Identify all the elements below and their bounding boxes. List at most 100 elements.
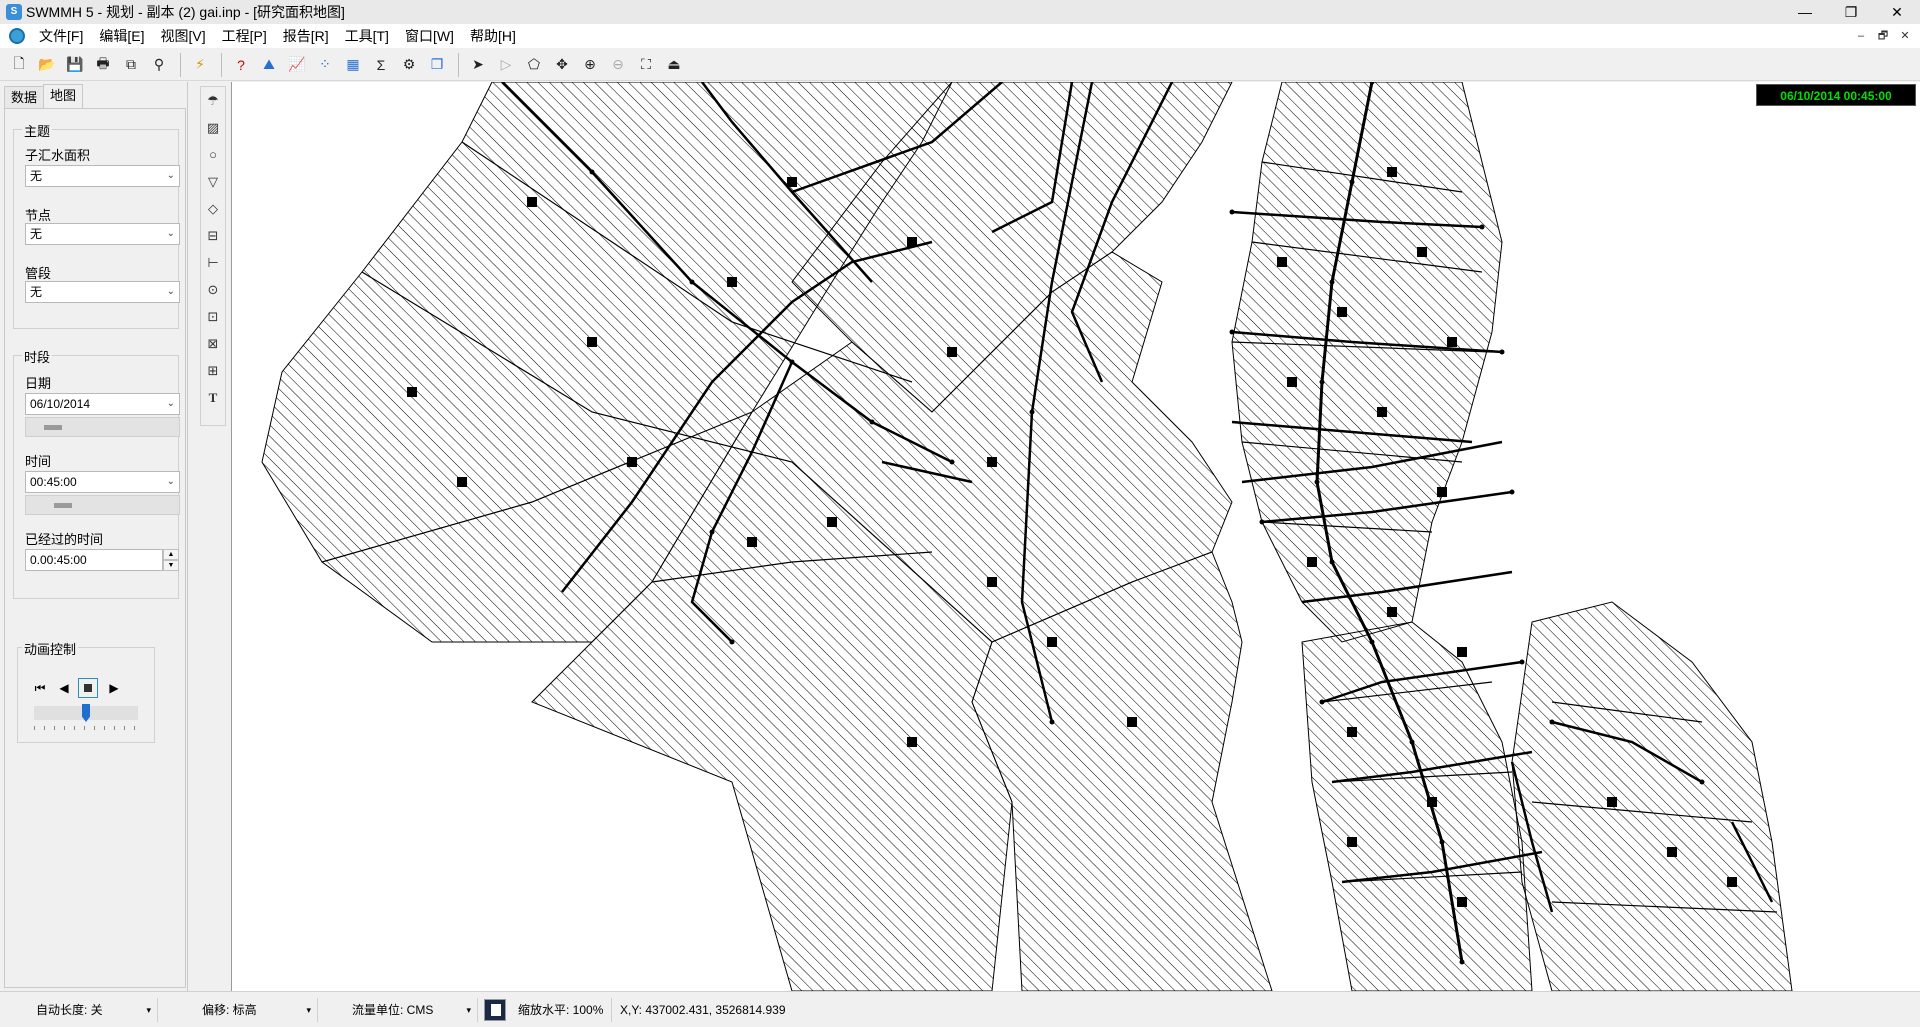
junction-node[interactable]	[1329, 559, 1335, 565]
junction-node[interactable]	[1459, 959, 1465, 965]
menu-project[interactable]: 工程[P]	[214, 24, 275, 48]
study-area-map[interactable]: 06/10/2014 00:45:00	[231, 82, 1920, 991]
profile-plot-icon[interactable]: ⛰	[256, 52, 282, 78]
subcatchment-centroid[interactable]	[1727, 877, 1737, 887]
junction-node[interactable]	[709, 529, 715, 535]
junction-node[interactable]	[1029, 409, 1035, 415]
save-icon[interactable]: 💾	[62, 52, 88, 78]
time-slider[interactable]	[25, 495, 180, 515]
date-slider[interactable]	[25, 417, 180, 437]
conduit-icon[interactable]: ⊢	[201, 249, 225, 276]
subcatchment-centroid[interactable]	[1457, 647, 1467, 657]
subcatchment-theme-select[interactable]: 无 ⌄	[25, 165, 180, 187]
time-series-icon[interactable]: 📈	[284, 52, 310, 78]
subcatchment-centroid[interactable]	[1457, 897, 1467, 907]
pan-icon[interactable]: ✥	[549, 52, 575, 78]
menu-window[interactable]: 窗口[W]	[397, 24, 462, 48]
menu-view[interactable]: 视图[V]	[152, 24, 213, 48]
menu-file[interactable]: 文件[F]	[31, 24, 91, 48]
run-lightning-icon[interactable]: ⚡	[187, 52, 213, 78]
subcatchment-centroid[interactable]	[1287, 377, 1297, 387]
orifice-icon[interactable]: ⊡	[201, 303, 225, 330]
subcatchment-centroid[interactable]	[747, 537, 757, 547]
maximize-button[interactable]: ❐	[1828, 0, 1874, 24]
offsets-status[interactable]: 偏移: 标高 ▾	[158, 997, 318, 1022]
junction-node[interactable]	[1519, 659, 1525, 665]
weir-icon[interactable]: ⊠	[201, 330, 225, 357]
junction-node[interactable]	[1049, 719, 1055, 725]
junction-node[interactable]	[1229, 329, 1235, 335]
menu-tools[interactable]: 工具[T]	[337, 24, 397, 48]
menu-help[interactable]: 帮助[H]	[462, 24, 524, 48]
junction-node[interactable]	[869, 419, 875, 425]
subcatchment-centroid[interactable]	[1347, 727, 1357, 737]
storage-icon[interactable]: ⊟	[201, 222, 225, 249]
junction-node[interactable]	[1329, 279, 1335, 285]
junction-node[interactable]	[1499, 349, 1505, 355]
zoom-in-icon[interactable]: ⊕	[577, 52, 603, 78]
junction-node[interactable]	[1319, 379, 1325, 385]
subcatchment-centroid[interactable]	[787, 177, 797, 187]
subcatchment-centroid[interactable]	[1277, 257, 1287, 267]
subcatchment-centroid[interactable]	[1607, 797, 1617, 807]
arrange-windows-icon[interactable]: ❐	[424, 52, 450, 78]
scatter-plot-icon[interactable]: ⁘	[312, 52, 338, 78]
subcatchment-centroid[interactable]	[527, 197, 537, 207]
select-region-icon[interactable]: ⬠	[521, 52, 547, 78]
junction-node[interactable]	[1509, 489, 1515, 495]
junction-node[interactable]	[1549, 719, 1555, 725]
divider-icon[interactable]: ◇	[201, 195, 225, 222]
flow-units-status[interactable]: 流量单位: CMS ▾	[318, 997, 478, 1022]
open-folder-icon[interactable]: 📂	[34, 52, 60, 78]
measure-icon[interactable]: ⏏	[661, 52, 687, 78]
junction-node[interactable]	[789, 359, 795, 365]
subcatchment-centroid[interactable]	[1307, 557, 1317, 567]
tab-data[interactable]: 数据	[4, 86, 45, 108]
options-icon[interactable]: ⚙	[396, 52, 422, 78]
play-forward-icon[interactable]: ▶	[104, 678, 124, 698]
stop-icon[interactable]	[78, 678, 98, 698]
outlet-icon[interactable]: ⊞	[201, 357, 225, 384]
subcatchment-centroid[interactable]	[1047, 637, 1057, 647]
junction-node[interactable]	[1409, 739, 1415, 745]
statistics-icon[interactable]: Σ	[368, 52, 394, 78]
link-theme-select[interactable]: 无 ⌄	[25, 281, 180, 303]
new-file-icon[interactable]: 🗋	[6, 52, 32, 78]
label-text-icon[interactable]: T	[201, 384, 225, 411]
elapsed-time-input[interactable]: 0.00:45:00	[25, 549, 163, 571]
junction-node[interactable]	[1369, 639, 1375, 645]
junction-node[interactable]	[1259, 519, 1265, 525]
node-theme-select[interactable]: 无 ⌄	[25, 223, 180, 245]
spin-up-icon[interactable]: ▲	[163, 549, 179, 560]
mdi-window-icon[interactable]	[9, 28, 25, 44]
subcatchment-centroid[interactable]	[727, 277, 737, 287]
date-select[interactable]: 06/10/2014 ⌄	[25, 393, 180, 415]
menu-report[interactable]: 报告[R]	[275, 24, 337, 48]
full-extent-icon[interactable]: ⛶	[633, 52, 659, 78]
outfall-icon[interactable]: ▽	[201, 168, 225, 195]
zoom-out-icon[interactable]: ⊖	[605, 52, 631, 78]
subcatchment-centroid[interactable]	[987, 457, 997, 467]
subcatchment-centroid[interactable]	[907, 237, 917, 247]
junction-node[interactable]	[1319, 699, 1325, 705]
mdi-restore-button[interactable]: 🗗	[1872, 24, 1894, 48]
junction-node[interactable]	[1229, 209, 1235, 215]
subcatchment-icon[interactable]: ▨	[201, 114, 225, 141]
subcatchment-centroid[interactable]	[987, 577, 997, 587]
subcatchment-centroid[interactable]	[1387, 167, 1397, 177]
junction-node[interactable]	[1314, 479, 1320, 485]
menu-edit[interactable]: 编辑[E]	[91, 24, 152, 48]
auto-length-status[interactable]: 自动长度: 关 ▾	[0, 997, 158, 1022]
subcatchment-centroid[interactable]	[1447, 337, 1457, 347]
subcatchment-centroid[interactable]	[1347, 837, 1357, 847]
query-icon[interactable]: ?	[228, 52, 254, 78]
junction-node[interactable]	[589, 169, 595, 175]
rewind-icon[interactable]: ⏮	[30, 678, 50, 698]
subcatchment-centroid[interactable]	[907, 737, 917, 747]
spin-down-icon[interactable]: ▼	[163, 560, 179, 571]
table-icon[interactable]: ▦	[340, 52, 366, 78]
subcatchment-centroid[interactable]	[947, 347, 957, 357]
junction-node[interactable]	[1439, 839, 1445, 845]
junction-node[interactable]	[689, 279, 695, 285]
map-canvas[interactable]	[232, 82, 1920, 991]
